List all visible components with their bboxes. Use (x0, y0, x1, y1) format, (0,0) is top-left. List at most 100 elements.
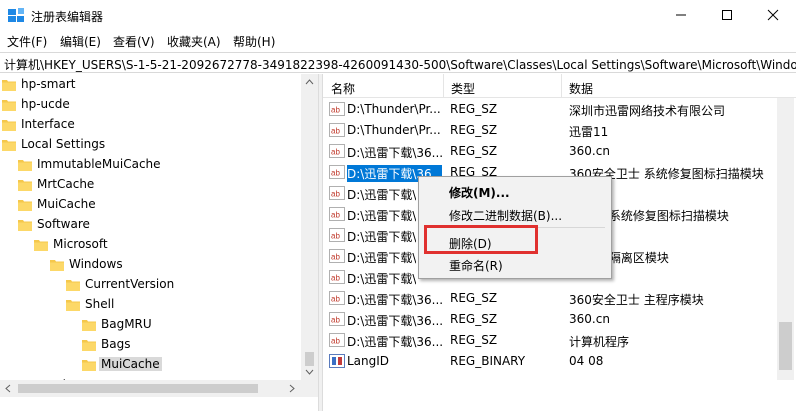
svg-text:ab: ab (331, 106, 340, 115)
tree-item-label: Bags (101, 337, 131, 351)
reg-string-icon: ab (329, 312, 345, 326)
svg-text:ab: ab (331, 274, 340, 283)
cell-name: D:\迅雷下载\36... (347, 335, 442, 349)
tree-horizontal-scrollbar[interactable] (0, 380, 318, 397)
cell-name: D:\迅雷下载\ (347, 209, 417, 223)
menu-favorites[interactable]: 收藏夹(A) (167, 33, 221, 50)
tree-item[interactable]: MuiCache (0, 195, 318, 215)
reg-string-icon: ab (329, 123, 345, 137)
tree-item[interactable]: MrtCache (0, 175, 318, 195)
tree-item[interactable]: Local Settings (0, 135, 318, 155)
cell-name: D:\迅雷下载\ (347, 188, 417, 202)
window-title: 注册表编辑器 (31, 10, 104, 24)
tree-item[interactable]: MuiCache (0, 355, 318, 375)
menu-view[interactable]: 查看(V) (113, 33, 155, 50)
reg-string-icon: ab (329, 228, 345, 242)
svg-text:ab: ab (331, 316, 340, 325)
tree-item-label: MuiCache (99, 357, 162, 371)
list-row[interactable]: ab D:\迅雷下载\36... REG_SZ 360安全卫士 主程序模块 (323, 288, 776, 309)
cell-type: REG_SZ (450, 123, 498, 137)
folder-icon (34, 240, 48, 251)
delete-highlight-box (424, 225, 538, 254)
tree-item[interactable]: Bags (0, 335, 318, 355)
menu-file[interactable]: 文件(F) (7, 33, 47, 50)
tree-item-label: MrtCache (37, 177, 95, 191)
cell-data: 深圳市迅雷网络技术有限公司 (569, 104, 726, 118)
list-row[interactable]: ab D:\Thunder\Pr... REG_SZ 迅雷11 (323, 120, 776, 141)
column-divider[interactable] (561, 74, 562, 98)
list-row[interactable]: ab D:\迅雷下载\36... REG_SZ 360.cn (323, 309, 776, 330)
ctx-modify[interactable]: 修改(M)... (449, 184, 510, 201)
cell-name: D:\迅雷下载\36... (347, 146, 442, 160)
tree-item-label: Software (37, 217, 90, 231)
tree-item[interactable]: BagMRU (0, 315, 318, 335)
tree-item[interactable]: Interface (0, 115, 318, 135)
cell-data: 04 08 (569, 354, 604, 368)
cell-name: LangID (347, 354, 390, 368)
svg-text:ab: ab (331, 211, 340, 220)
tree-vertical-scrollbar[interactable] (301, 74, 318, 380)
tree-item-label: Windows (69, 257, 123, 271)
menu-edit[interactable]: 编辑(E) (60, 33, 101, 50)
svg-text:ab: ab (331, 337, 340, 346)
cell-type: REG_SZ (450, 312, 498, 326)
key-tree: hp-smart hp-ucde Interface Local Settings Im… (0, 74, 318, 411)
svg-text:ab: ab (331, 190, 340, 199)
svg-text:ab: ab (331, 169, 340, 178)
address-bar[interactable]: 计算机\HKEY_USERS\S-1-5-21-2092672778-34918… (0, 52, 796, 73)
tree-item[interactable]: Windows (0, 255, 318, 275)
tree-item-label: Local Settings (21, 137, 106, 151)
list-row[interactable]: LangID REG_BINARY 04 08 (323, 351, 776, 372)
folder-icon (66, 300, 80, 311)
minimize-button[interactable] (658, 0, 704, 30)
column-header-data[interactable]: 数据 (569, 80, 593, 97)
list-row[interactable]: ab D:\Thunder\Pr... REG_SZ 深圳市迅雷网络技术有限公司 (323, 99, 776, 120)
folder-icon (50, 260, 64, 271)
maximize-icon (722, 10, 732, 20)
cell-type: REG_SZ (450, 144, 498, 158)
reg-string-icon: ab (329, 207, 345, 221)
list-row[interactable]: ab D:\迅雷下载\36... REG_SZ 360.cn (323, 141, 776, 162)
maximize-button[interactable] (704, 0, 750, 30)
tree-item[interactable]: Microsoft (0, 235, 318, 255)
reg-string-icon: ab (329, 249, 345, 263)
cell-data: 迅雷11 (569, 125, 609, 139)
cell-name: D:\迅雷下载\ (347, 272, 417, 286)
cell-type: REG_BINARY (450, 354, 526, 368)
column-header-name[interactable]: 名称 (331, 80, 355, 97)
tree-item[interactable]: CurrentVersion (0, 275, 318, 295)
svg-text:ab: ab (331, 295, 340, 304)
tree-item[interactable]: hp-ucde (0, 95, 318, 115)
column-header-type[interactable]: 类型 (451, 80, 475, 97)
folder-icon (18, 200, 32, 211)
tree-item[interactable]: hp-smart (0, 75, 318, 95)
reg-binary-icon (329, 354, 345, 368)
reg-string-icon: ab (329, 270, 345, 284)
reg-string-icon: ab (329, 333, 345, 347)
tree-item[interactable]: ImmutableMuiCache (0, 155, 318, 175)
column-divider[interactable] (443, 74, 444, 98)
cell-type: REG_SZ (450, 102, 498, 116)
regedit-app-icon (8, 8, 24, 22)
cell-type: REG_SZ (450, 291, 498, 305)
minimize-icon (676, 14, 686, 16)
tree-item-label: MuiCache (37, 197, 96, 211)
title-bar[interactable]: 注册表编辑器 (0, 0, 796, 30)
list-row[interactable]: ab D:\迅雷下载\36... REG_SZ 计算机程序 (323, 330, 776, 351)
tree-item-label: hp-smart (21, 77, 76, 91)
cell-name: D:\Thunder\Pr... (347, 102, 441, 116)
cell-data: 360.cn (569, 144, 610, 158)
tree-item-label: Interface (21, 117, 75, 131)
reg-string-icon: ab (329, 186, 345, 200)
tree-item-label: Shell (85, 297, 115, 311)
folder-icon (18, 160, 32, 171)
ctx-modify-binary[interactable]: 修改二进制数据(B)... (449, 207, 562, 224)
address-path[interactable]: 计算机\HKEY_USERS\S-1-5-21-2092672778-34918… (4, 56, 796, 72)
cell-name: D:\迅雷下载\ (347, 251, 417, 265)
close-button[interactable] (750, 0, 796, 30)
tree-item[interactable]: Software (0, 215, 318, 235)
tree-item[interactable]: Shell (0, 295, 318, 315)
menu-help[interactable]: 帮助(H) (233, 33, 275, 50)
ctx-rename[interactable]: 重命名(R) (449, 257, 503, 274)
list-scroll-thumb[interactable] (779, 322, 792, 370)
